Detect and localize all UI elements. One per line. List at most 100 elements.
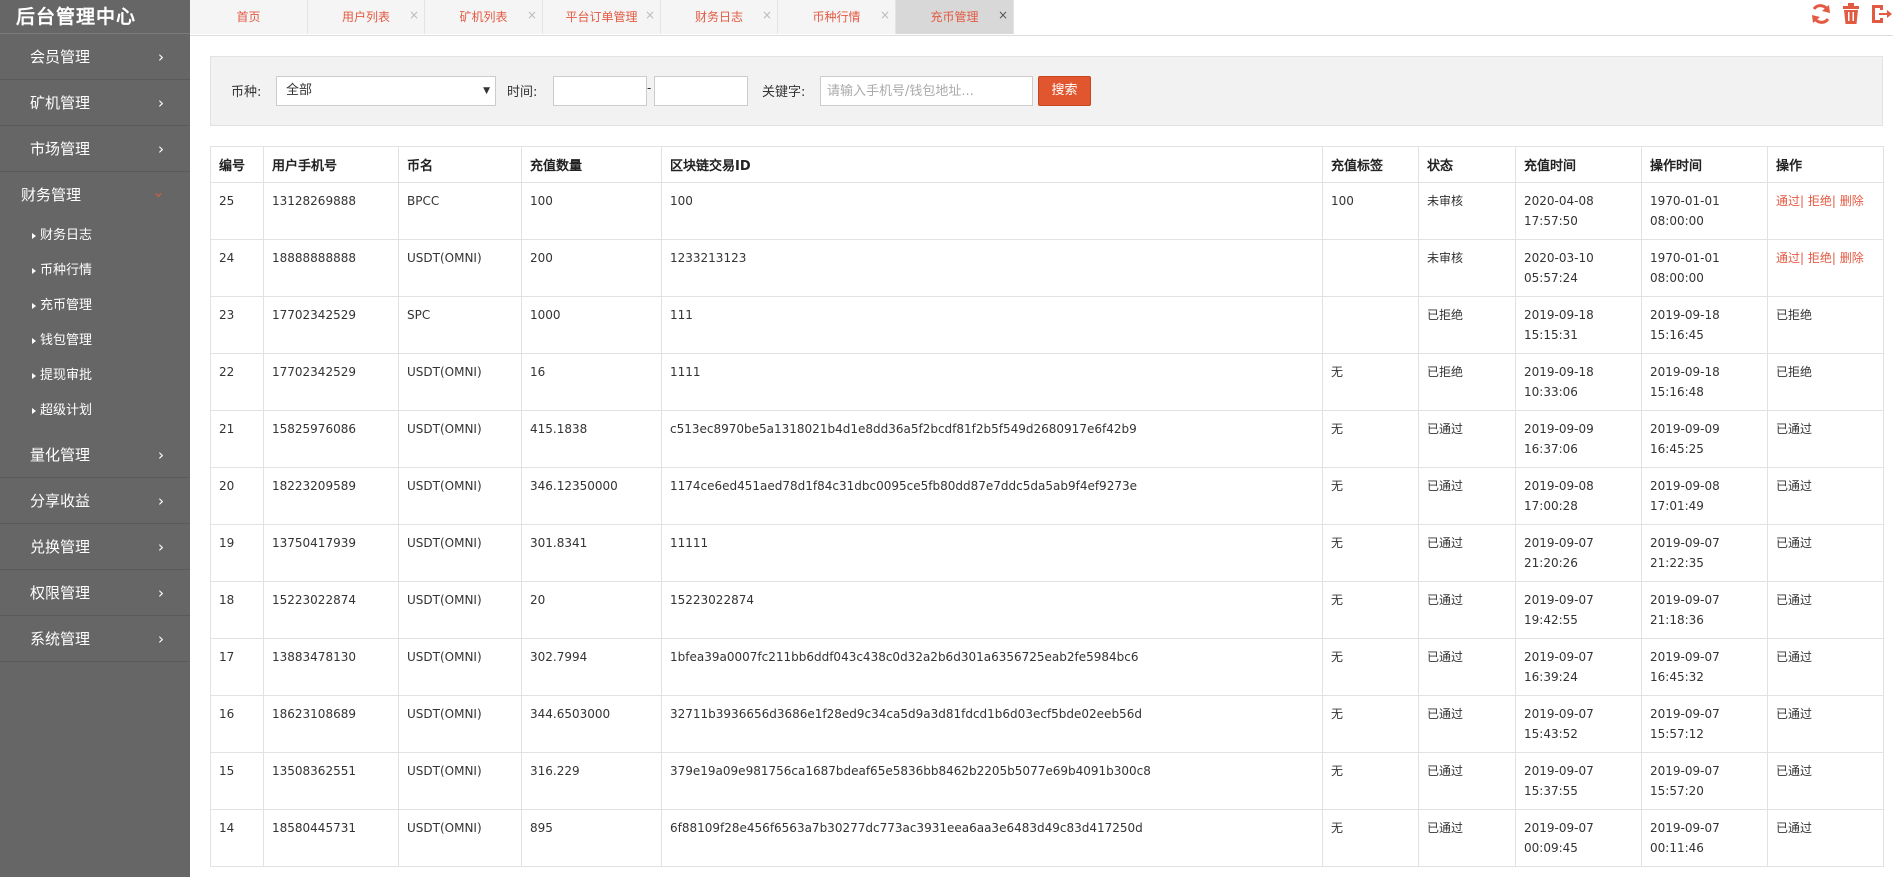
sidebar-item-finance[interactable]: 财务管理 › <box>0 172 190 218</box>
cell-txid: 1174ce6ed451aed78d1f84c31dbc0095ce5fb80d… <box>661 467 1323 525</box>
close-icon[interactable]: × <box>880 0 890 32</box>
tab-finance-log[interactable]: 财务日志 × <box>661 0 778 34</box>
approve-link[interactable]: 通过 <box>1776 251 1800 265</box>
sidebar-item-quant[interactable]: 量化管理 › <box>0 432 190 478</box>
cell-op-time: 2019-09-09 16:45:25 <box>1641 410 1768 468</box>
cell-txid: 6f88109f28e456f6563a7b30277dc773ac3931ee… <box>661 809 1323 867</box>
cell-charge-time: 2020-03-10 05:57:24 <box>1515 239 1642 297</box>
charge-clock: 15:15:31 <box>1524 328 1578 342</box>
table-row: 17 13883478130 USDT(OMNI) 302.7994 1bfea39a0… <box>210 638 1884 696</box>
sidebar-item-miner[interactable]: 矿机管理 › <box>0 80 190 126</box>
cell-tag: 无 <box>1322 467 1419 525</box>
start-date-input[interactable] <box>553 76 647 106</box>
submenu-item-super-plan[interactable]: 超级计划 <box>0 393 190 428</box>
sidebar-item-market[interactable]: 市场管理 › <box>0 126 190 172</box>
op-clock: 08:00:00 <box>1650 214 1704 228</box>
end-date-input[interactable] <box>654 76 748 106</box>
submenu-triangle-icon <box>32 267 36 274</box>
chevron-right-icon: › <box>158 584 164 602</box>
submenu-item-deposit[interactable]: 充币管理 <box>0 288 190 323</box>
cell-id: 23 <box>210 296 264 354</box>
action-status-text: 已拒绝 <box>1776 308 1813 322</box>
cell-tag: 100 <box>1322 182 1419 240</box>
tab-home[interactable]: 首页 <box>190 0 308 34</box>
col-header-op-time: 操作时间 <box>1641 146 1768 183</box>
submenu-item-label: 超级计划 <box>40 403 93 418</box>
charge-date: 2019-09-18 <box>1524 365 1594 379</box>
delete-link[interactable]: 删除 <box>1840 194 1864 208</box>
table-row: 14 18580445731 USDT(OMNI) 895 6f88109f28e456… <box>210 809 1884 867</box>
action-status-text: 已通过 <box>1776 422 1813 436</box>
sidebar-item-member[interactable]: 会员管理 › <box>0 34 190 80</box>
submenu-item-wallet[interactable]: 钱包管理 <box>0 323 190 358</box>
chevron-right-icon: › <box>158 538 164 556</box>
sidebar-item-system[interactable]: 系统管理 › <box>0 616 190 662</box>
cell-tag <box>1322 239 1419 297</box>
sidebar-item-permission[interactable]: 权限管理 › <box>0 570 190 616</box>
cell-amount: 346.12350000 <box>521 467 662 525</box>
finance-submenu-wrap: 财务日志 币种行情 充币管理 钱包管理 提现审批 超级计划 <box>0 218 190 432</box>
charge-date: 2019-09-08 <box>1524 479 1594 493</box>
col-header-status: 状态 <box>1418 146 1516 183</box>
op-date: 2019-09-09 <box>1650 422 1720 436</box>
tab-user-list[interactable]: 用户列表 × <box>308 0 425 34</box>
tab-platform-orders[interactable]: 平台订单管理 × <box>543 0 661 34</box>
charge-clock: 05:57:24 <box>1524 271 1578 285</box>
tab-deposit-management[interactable]: 充币管理 × <box>896 0 1014 34</box>
op-clock: 17:01:49 <box>1650 499 1704 513</box>
delete-link[interactable]: 删除 <box>1840 251 1864 265</box>
trash-icon[interactable] <box>1839 2 1863 26</box>
search-button[interactable]: 搜索 <box>1038 76 1091 106</box>
chevron-right-icon: › <box>158 630 164 648</box>
coin-select[interactable]: 全部 ▼ <box>276 76 496 106</box>
submenu-item-coin-quotes[interactable]: 币种行情 <box>0 253 190 288</box>
tab-label: 充币管理 <box>930 10 979 24</box>
action-status-text: 已通过 <box>1776 479 1813 493</box>
cell-amount: 344.6503000 <box>521 695 662 753</box>
exit-icon[interactable] <box>1869 2 1893 26</box>
sidebar-item-share[interactable]: 分享收益 › <box>0 478 190 524</box>
op-clock: 16:45:25 <box>1650 442 1704 456</box>
tab-label: 币种行情 <box>812 10 861 24</box>
sidebar-item-label: 矿机管理 <box>30 94 91 112</box>
cell-op-time: 2019-09-07 16:45:32 <box>1641 638 1768 696</box>
op-clock: 00:11:46 <box>1650 841 1704 855</box>
cell-coin: USDT(OMNI) <box>398 638 522 696</box>
reject-link[interactable]: 拒绝 <box>1808 194 1832 208</box>
cell-action: 已通过 <box>1767 638 1884 696</box>
tab-label: 平台订单管理 <box>565 10 638 24</box>
close-icon[interactable]: × <box>998 0 1008 32</box>
cell-charge-time: 2019-09-08 17:00:28 <box>1515 467 1642 525</box>
op-date: 1970-01-01 <box>1650 194 1720 208</box>
keyword-input[interactable] <box>820 76 1033 106</box>
cell-charge-time: 2019-09-18 10:33:06 <box>1515 353 1642 411</box>
tab-coin-quotes[interactable]: 币种行情 × <box>778 0 896 34</box>
op-date: 2019-09-18 <box>1650 365 1720 379</box>
charge-clock: 17:00:28 <box>1524 499 1578 513</box>
cell-tag: 无 <box>1322 752 1419 810</box>
submenu-item-finance-log[interactable]: 财务日志 <box>0 218 190 253</box>
charge-date: 2020-04-08 <box>1524 194 1594 208</box>
table-row: 16 18623108689 USDT(OMNI) 344.6503000 32711b… <box>210 695 1884 753</box>
refresh-icon[interactable] <box>1809 2 1833 26</box>
cell-txid: 111 <box>661 296 1323 354</box>
approve-link[interactable]: 通过 <box>1776 194 1800 208</box>
app-title: 后台管理中心 <box>0 0 190 34</box>
submenu-item-label: 钱包管理 <box>40 333 93 348</box>
cell-phone: 13128269888 <box>263 182 399 240</box>
close-icon[interactable]: × <box>527 0 537 32</box>
close-icon[interactable]: × <box>645 0 655 32</box>
cell-charge-time: 2019-09-07 16:39:24 <box>1515 638 1642 696</box>
cell-txid: c513ec8970be5a1318021b4d1e8dd36a5f2bcdf8… <box>661 410 1323 468</box>
tab-miner-list[interactable]: 矿机列表 × <box>425 0 543 34</box>
close-icon[interactable]: × <box>762 0 772 32</box>
op-date: 2019-09-07 <box>1650 593 1720 607</box>
cell-coin: USDT(OMNI) <box>398 467 522 525</box>
submenu-item-withdraw[interactable]: 提现审批 <box>0 358 190 393</box>
sidebar-item-exchange[interactable]: 兑换管理 › <box>0 524 190 570</box>
close-icon[interactable]: × <box>409 0 419 32</box>
table-row: 22 17702342529 USDT(OMNI) 16 1111 无已拒绝 2019-09… <box>210 353 1884 411</box>
op-date: 2019-09-07 <box>1650 707 1720 721</box>
reject-link[interactable]: 拒绝 <box>1808 251 1832 265</box>
cell-action: 通过| 拒绝| 删除 <box>1767 239 1884 297</box>
